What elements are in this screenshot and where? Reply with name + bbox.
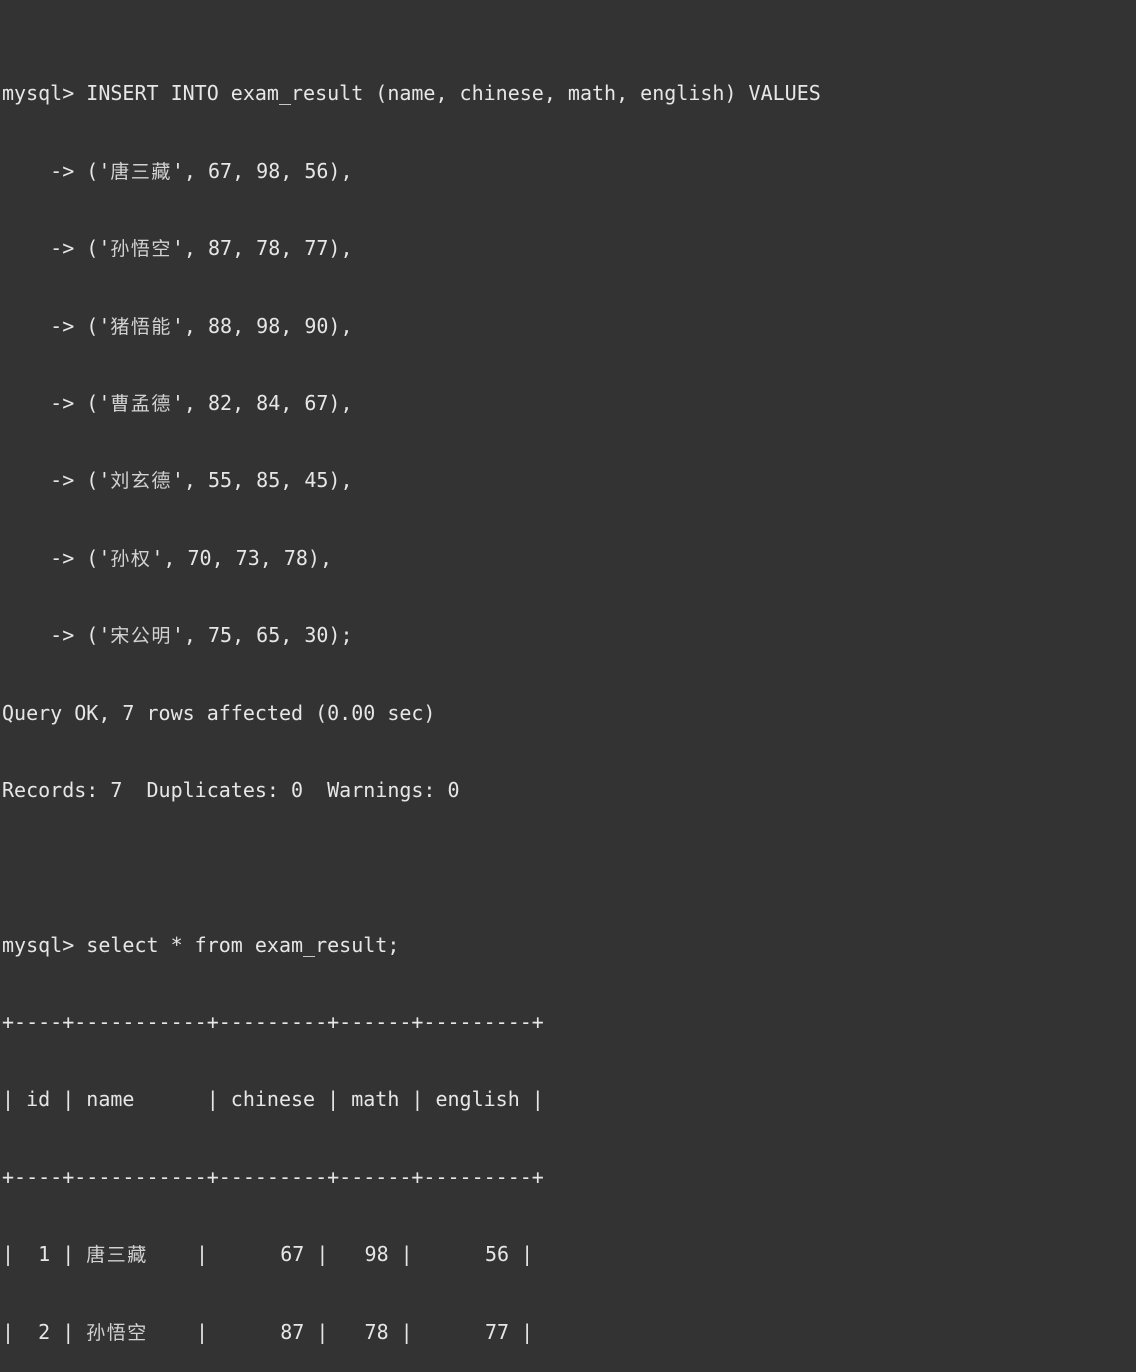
cjk-text: 猪悟能 xyxy=(110,315,172,338)
terminal-line: -> ('曹孟德', 82, 84, 67), xyxy=(2,390,353,415)
cjk-text: 唐三藏 xyxy=(86,1244,148,1267)
result-table-separator: +----+-----------+---------+------+-----… xyxy=(2,1164,544,1189)
cjk-text: 宋公明 xyxy=(110,625,172,648)
cjk-text: 曹孟德 xyxy=(110,392,172,415)
result-table-header: | id | name | chinese | math | english | xyxy=(2,1087,544,1112)
cjk-text: 孙权 xyxy=(110,547,152,570)
terminal-line: -> ('孙悟空', 87, 78, 77), xyxy=(2,236,353,261)
terminal-line: -> ('刘玄德', 55, 85, 45), xyxy=(2,468,353,493)
terminal-line: mysql> INSERT INTO exam_result (name, ch… xyxy=(2,81,821,106)
terminal-output[interactable]: mysql> INSERT INTO exam_result (name, ch… xyxy=(0,0,1136,1344)
query-detail-line: Records: 7 Duplicates: 0 Warnings: 0 xyxy=(2,777,460,802)
result-table-separator: +----+-----------+---------+------+-----… xyxy=(2,1010,544,1035)
terminal-line: mysql> select * from exam_result; xyxy=(2,932,400,957)
terminal-line: -> ('唐三藏', 67, 98, 56), xyxy=(2,158,353,183)
query-status-line: Query OK, 7 rows affected (0.00 sec) xyxy=(2,700,436,725)
cjk-text: 孙悟空 xyxy=(110,238,172,261)
cjk-text: 刘玄德 xyxy=(110,470,172,493)
table-row: | 1 | 唐三藏 | 67 | 98 | 56 | xyxy=(2,1242,534,1267)
terminal-line: -> ('宋公明', 75, 65, 30); xyxy=(2,623,353,648)
terminal-line: -> ('猪悟能', 88, 98, 90), xyxy=(2,313,353,338)
table-row: | 2 | 孙悟空 | 87 | 78 | 77 | xyxy=(2,1319,534,1344)
cjk-text: 孙悟空 xyxy=(86,1321,148,1344)
cjk-text: 唐三藏 xyxy=(110,160,172,183)
terminal-line: -> ('孙权', 70, 73, 78), xyxy=(2,545,333,570)
